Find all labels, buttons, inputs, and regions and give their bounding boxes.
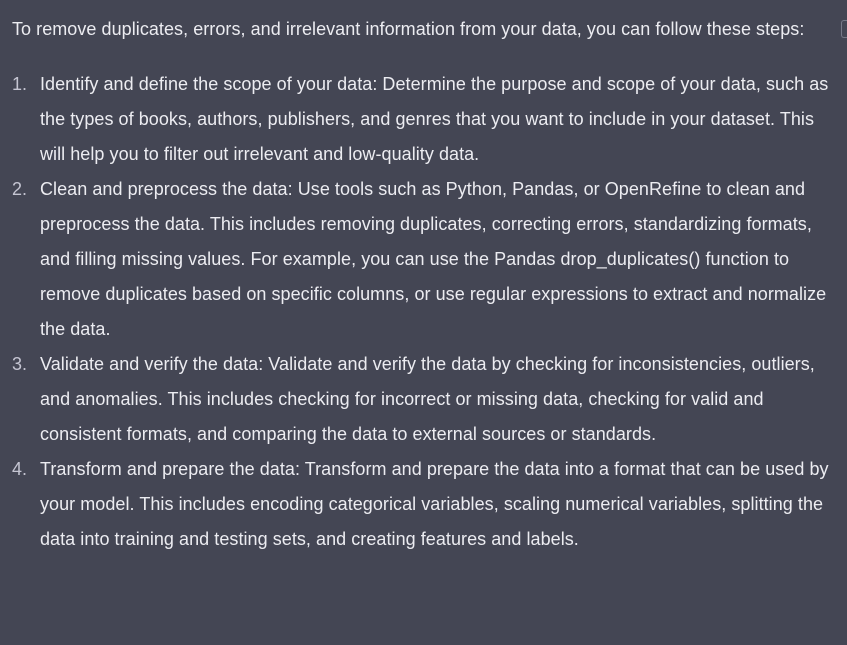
copy-icon[interactable] <box>841 20 847 38</box>
message-intro: To remove duplicates, errors, and irrele… <box>12 19 805 39</box>
assistant-message: To remove duplicates, errors, and irrele… <box>0 0 847 645</box>
steps-list: 1. Identify and define the scope of your… <box>12 67 829 557</box>
list-item-text: Transform and prepare the data: Transfor… <box>40 459 829 549</box>
list-item-text: Clean and preprocess the data: Use tools… <box>40 179 827 339</box>
list-item: 4. Transform and prepare the data: Trans… <box>12 452 829 557</box>
list-item: 1. Identify and define the scope of your… <box>12 67 829 172</box>
list-item: 2. Clean and preprocess the data: Use to… <box>12 172 829 347</box>
list-item-number: 2. <box>12 179 28 199</box>
list-item-text: Identify and define the scope of your da… <box>40 74 829 164</box>
list-item-text: Validate and verify the data: Validate a… <box>40 354 815 444</box>
list-item: 3. Validate and verify the data: Validat… <box>12 347 829 452</box>
list-item-number: 1. <box>12 74 28 94</box>
list-item-number: 4. <box>12 459 28 479</box>
list-item-number: 3. <box>12 354 28 374</box>
